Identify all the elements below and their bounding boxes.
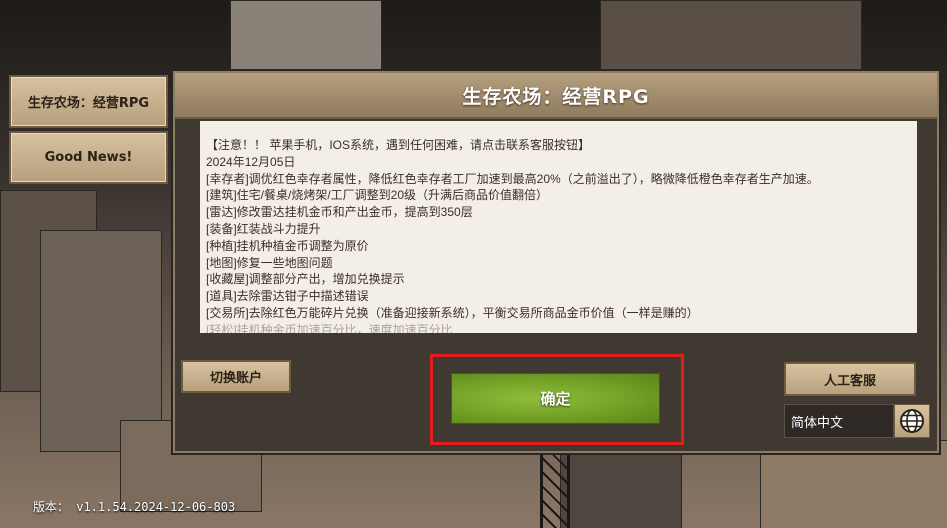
background-building — [230, 0, 382, 72]
notice-line: 【注意！！ 苹果手机，IOS系统，遇到任何困难，请点击联系客服按钮】 — [206, 138, 591, 152]
language-button[interactable] — [894, 404, 930, 438]
background-building — [600, 0, 862, 72]
background-building — [760, 440, 947, 528]
version-label: 版本： v1.1.54.2024-12-06-803 — [33, 500, 236, 514]
dialog-title: 生存农场：经营RPG — [462, 85, 650, 108]
confirm-button[interactable]: 确定 — [451, 373, 660, 424]
confirm-button-label: 确定 — [540, 390, 571, 408]
customer-service-label: 人工客服 — [823, 373, 876, 389]
farm-rpg-button[interactable]: 生存农场：经营RPG — [9, 75, 168, 128]
notice-scroll-area[interactable]: 【注意！！ 苹果手机，IOS系统，遇到任何困难，请点击联系客服按钮】 2024年… — [200, 121, 917, 333]
notice-line: [地图]修复一些地图问题 — [206, 255, 333, 270]
background-building — [560, 450, 682, 528]
notice-line: [装备]红装战斗力提升 — [206, 221, 321, 236]
notice-line: [种植]挂机种植金币调整为原价 — [206, 238, 369, 253]
notice-line: [道具]去除雷达钳子中描述错误 — [206, 289, 369, 304]
language-select[interactable]: 简体中文 — [784, 404, 894, 438]
notice-line: [幸存者]调优红色幸存者属性，降低红色幸存者工厂加速到最高20%（之前溢出了），… — [206, 171, 819, 186]
radio-tower — [540, 450, 570, 528]
notice-line: [雷达]修改雷达挂机金币和产出金币，提高到350层 — [206, 205, 473, 220]
good-news-button[interactable]: Good News! — [9, 131, 168, 184]
farm-rpg-button-label: 生存农场：经营RPG — [27, 96, 150, 111]
notice-line: [收藏屋]调整部分产出，增加兑换提示 — [206, 272, 405, 287]
customer-service-button[interactable]: 人工客服 — [784, 362, 916, 396]
background-building — [40, 230, 162, 452]
switch-account-button[interactable]: 切换账户 — [181, 360, 291, 393]
dialog-header: 生存农场：经营RPG — [175, 73, 937, 119]
notice-line: 2024年12月05日 — [206, 154, 296, 169]
good-news-button-label: Good News! — [44, 150, 133, 165]
language-value: 简体中文 — [791, 415, 844, 431]
notice-line: [轻松]挂机种金币加速百分比，速度加速百分比 — [206, 322, 453, 333]
globe-icon — [900, 409, 924, 433]
notice-line: [建筑]住宅/餐桌/烧烤架/工厂调整到20级（升满后商品价值翻倍） — [206, 188, 549, 203]
switch-account-label: 切换账户 — [209, 371, 262, 386]
notice-line: [交易所]去除红色万能碎片兑换（准备迎接新系统），平衡交易所商品金币价值（一样是… — [206, 305, 699, 320]
